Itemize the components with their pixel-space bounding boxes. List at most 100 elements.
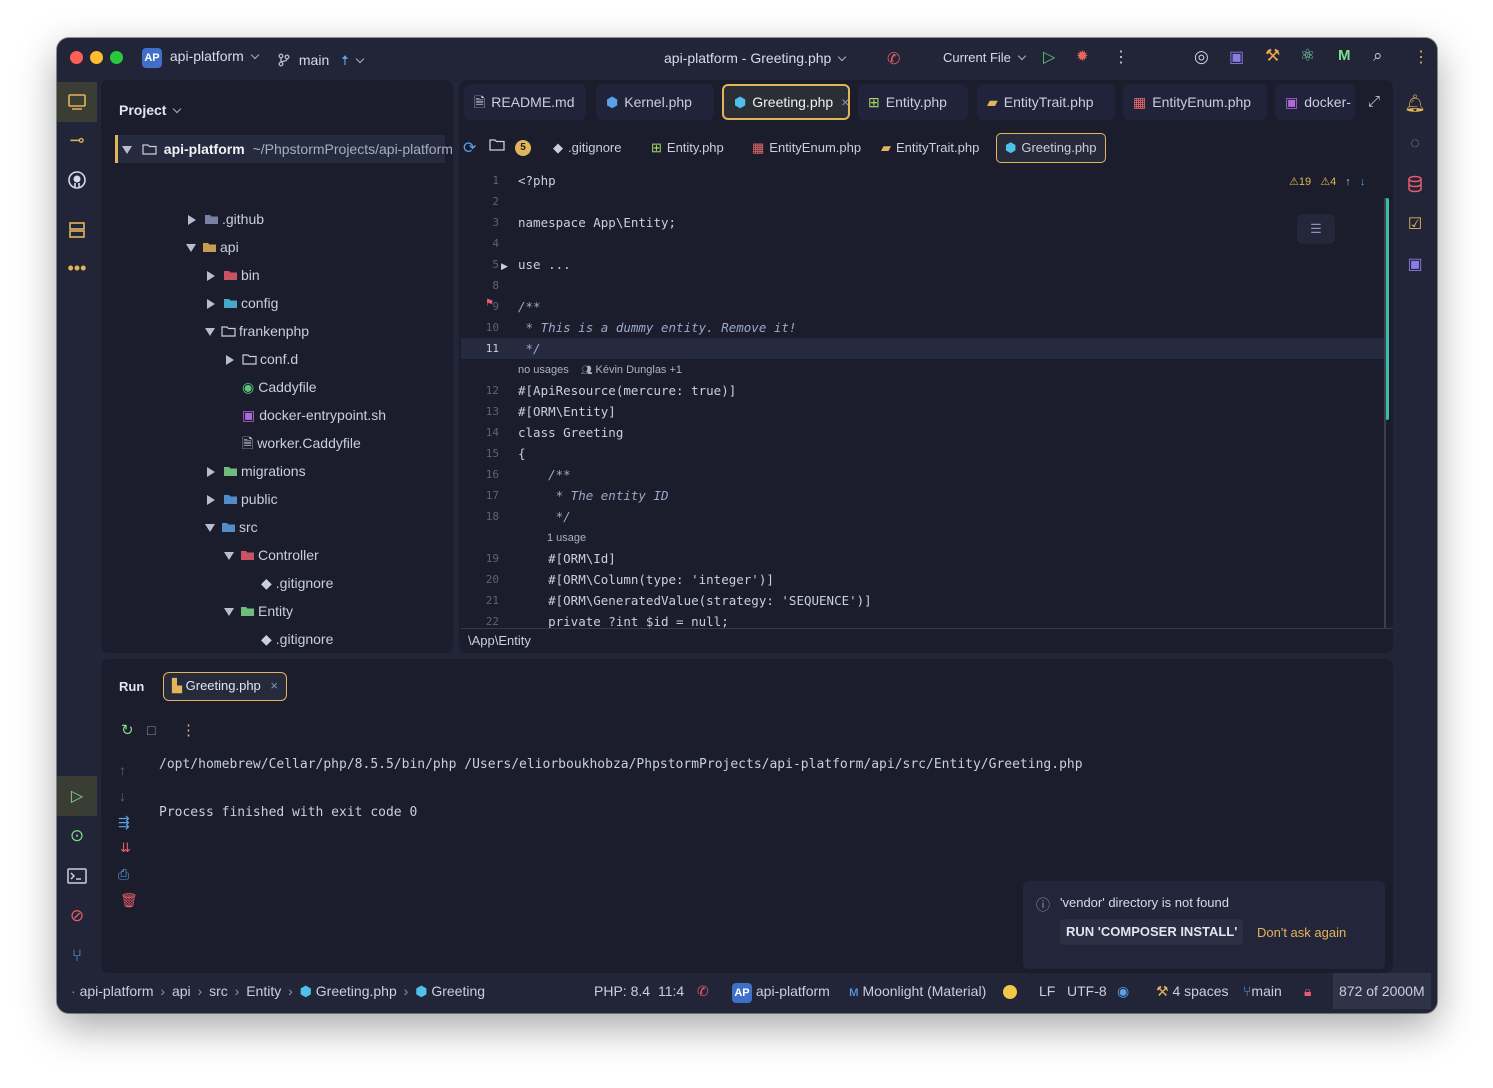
scroll-to-end-icon[interactable]: ⇊ xyxy=(120,840,131,856)
status-breadcrumb-item[interactable]: src xyxy=(209,983,228,999)
expand-arrow-icon[interactable] xyxy=(226,355,234,366)
tree-item[interactable]: ◆ .gitignore xyxy=(261,625,333,653)
problems-icon[interactable]: ⊘ xyxy=(57,896,97,936)
git-tool-icon[interactable]: ⑂ xyxy=(57,936,97,976)
more-tools-icon[interactable]: ••• xyxy=(57,248,97,288)
collapse-arrow-icon[interactable] xyxy=(224,552,234,561)
database-tool-button[interactable] xyxy=(1395,164,1435,204)
status-breadcrumb-item[interactable]: api-platform xyxy=(80,983,154,999)
php-version[interactable]: PHP: 8.4 xyxy=(594,973,650,1009)
tree-item[interactable]: api xyxy=(186,233,239,261)
debug-listener-icon[interactable]: ✆ xyxy=(697,973,709,1009)
run-more-icon[interactable]: ⋮ xyxy=(181,721,196,739)
inspection-widget[interactable]: ⚠19 ⚠4 ↑ ↓ xyxy=(1289,175,1365,188)
folder-outline-icon[interactable] xyxy=(489,138,505,154)
expand-arrow-icon[interactable] xyxy=(188,215,196,226)
tree-item[interactable]: migrations xyxy=(205,457,306,485)
scroll-up-icon[interactable]: ↑ xyxy=(119,762,126,778)
clear-trash-icon[interactable]: 🗑︎ xyxy=(120,892,138,909)
search-icon[interactable]: ⌕ xyxy=(1373,46,1383,66)
expand-arrow-icon[interactable] xyxy=(207,467,215,478)
tree-item[interactable]: src xyxy=(205,513,258,541)
previous-highlight-icon[interactable]: ↑ xyxy=(1345,176,1351,188)
project-switcher[interactable]: AP api-platform xyxy=(142,48,260,68)
run-tool-button[interactable]: ▷ xyxy=(57,776,97,816)
code-with-me-icon[interactable]: ▣ xyxy=(1229,47,1244,67)
maximize-editor-icon[interactable]: ⤢ xyxy=(1368,93,1380,110)
pinned-tab[interactable]: ▰ EntityTrait.php xyxy=(873,133,987,163)
lock-icon[interactable]: 🔒︎ xyxy=(1304,973,1311,1009)
collapse-arrow-icon[interactable] xyxy=(205,524,215,533)
ai-assistant-icon[interactable]: ◎ xyxy=(1194,47,1209,67)
editor-tab[interactable]: ⬢ Kernel.php xyxy=(596,84,714,120)
caret-position[interactable]: 11:4 xyxy=(658,973,684,1009)
tree-item[interactable]: public xyxy=(205,485,278,513)
php-debug-listen-icon[interactable]: ✆ xyxy=(887,49,900,69)
checklist-icon[interactable]: ☑ xyxy=(1395,204,1435,244)
run-composer-install-button[interactable]: RUN 'COMPOSER INSTALL' xyxy=(1060,919,1244,945)
dont-ask-again-link[interactable]: Don't ask again xyxy=(1257,925,1346,940)
tree-item[interactable]: .github xyxy=(186,205,264,233)
tree-item[interactable]: Controller xyxy=(224,541,319,569)
editor-tab[interactable]: ⬢ Greeting.php × xyxy=(722,84,850,120)
run-tab[interactable]: ▙ Greeting.php × xyxy=(163,672,288,701)
next-highlight-icon[interactable]: ↓ xyxy=(1360,176,1366,188)
editor-tab[interactable]: ▣ docker- xyxy=(1275,84,1355,120)
branch-switcher[interactable]: main 🠅 xyxy=(277,50,365,74)
close-tab-icon[interactable]: × xyxy=(841,94,848,110)
markdown-m-icon[interactable]: M xyxy=(1338,47,1351,64)
plugin-atom-icon[interactable]: ⚛ xyxy=(1300,46,1315,66)
expand-arrow-icon[interactable] xyxy=(207,299,215,310)
tree-item[interactable]: conf.d xyxy=(224,345,298,373)
read-only-eye-icon[interactable]: ◉ xyxy=(1117,973,1129,1009)
tree-item[interactable]: bin xyxy=(205,261,260,289)
debug-bug-icon[interactable]: ✹ xyxy=(1076,47,1089,65)
expand-arrow-icon[interactable] xyxy=(207,271,215,282)
indent-setting[interactable]: ⚒ 4 spaces xyxy=(1156,973,1229,1009)
field-usages-hint[interactable]: 1 usage xyxy=(547,532,586,544)
print-icon[interactable]: ⎙ xyxy=(118,866,129,883)
rerun-icon[interactable]: ↻ xyxy=(121,721,134,739)
file-encoding[interactable]: UTF-8 xyxy=(1067,973,1107,1009)
editor-tab[interactable]: ▦ EntityEnum.php xyxy=(1123,84,1267,120)
project-panel-title[interactable]: Project xyxy=(119,102,182,118)
pinned-tab[interactable]: ◆ .gitignore xyxy=(545,133,629,163)
stop-icon[interactable]: □ xyxy=(147,722,155,738)
fold-arrow-icon[interactable]: ▶ xyxy=(501,261,508,272)
scroll-down-icon[interactable]: ↓ xyxy=(119,788,126,804)
tree-item[interactable]: ◆ .gitignore xyxy=(261,569,333,597)
tools-icon[interactable]: ⚒ xyxy=(1265,46,1280,66)
line-separator[interactable]: LF xyxy=(1039,973,1055,1009)
sync-icon[interactable]: ⟳ xyxy=(463,138,476,158)
services-icon[interactable]: ⊙ xyxy=(57,816,97,856)
status-branch[interactable]: ⑂main xyxy=(1243,973,1282,1009)
window-title[interactable]: api-platform - Greeting.php xyxy=(664,50,847,66)
github-tool-button[interactable] xyxy=(57,160,97,200)
tree-item[interactable]: ▣ docker-entrypoint.sh xyxy=(242,401,386,429)
tree-item[interactable]: Entity xyxy=(224,597,293,625)
authors-hint[interactable]: 👥︎ Kévin Dunglas +1 xyxy=(581,364,682,376)
status-indicator-dot[interactable] xyxy=(1003,973,1017,1009)
status-project[interactable]: AP api-platform xyxy=(732,973,830,1009)
close-window-button[interactable] xyxy=(70,51,83,64)
tree-item[interactable]: config xyxy=(205,289,278,317)
pinned-tab[interactable]: ⬢ Greeting.php xyxy=(996,133,1106,163)
status-breadcrumb-item[interactable]: api xyxy=(172,983,191,999)
more-actions-icon[interactable]: ⋮ xyxy=(1113,47,1129,67)
pinned-tab[interactable]: ▦ EntityEnum.php xyxy=(744,133,869,163)
settings-menu-icon[interactable]: ⋮ xyxy=(1413,47,1429,67)
structure-tool-button[interactable] xyxy=(57,210,97,250)
collapse-arrow-icon[interactable] xyxy=(224,608,234,617)
terminal-tool-button[interactable] xyxy=(57,856,97,896)
notifications-bell-icon[interactable]: 🔔︎ xyxy=(1395,84,1435,124)
editor-breadcrumb[interactable]: \App\Entity xyxy=(468,633,531,648)
tree-item[interactable]: frankenphp xyxy=(205,317,309,345)
reader-mode-icon[interactable]: ☰ xyxy=(1297,214,1335,244)
ai-chat-icon[interactable]: ◌ xyxy=(1395,124,1435,164)
editor-tab[interactable]: ▰ EntityTrait.php xyxy=(977,84,1115,120)
close-tab-icon[interactable]: × xyxy=(270,678,278,693)
memory-indicator[interactable]: 872 of 2000M xyxy=(1333,973,1431,1009)
tree-root[interactable]: api-platform ~/PhpstormProjects/api-plat… xyxy=(115,135,453,163)
class-usages-hint[interactable]: no usages xyxy=(518,364,569,376)
collapse-arrow-icon[interactable] xyxy=(186,244,196,253)
